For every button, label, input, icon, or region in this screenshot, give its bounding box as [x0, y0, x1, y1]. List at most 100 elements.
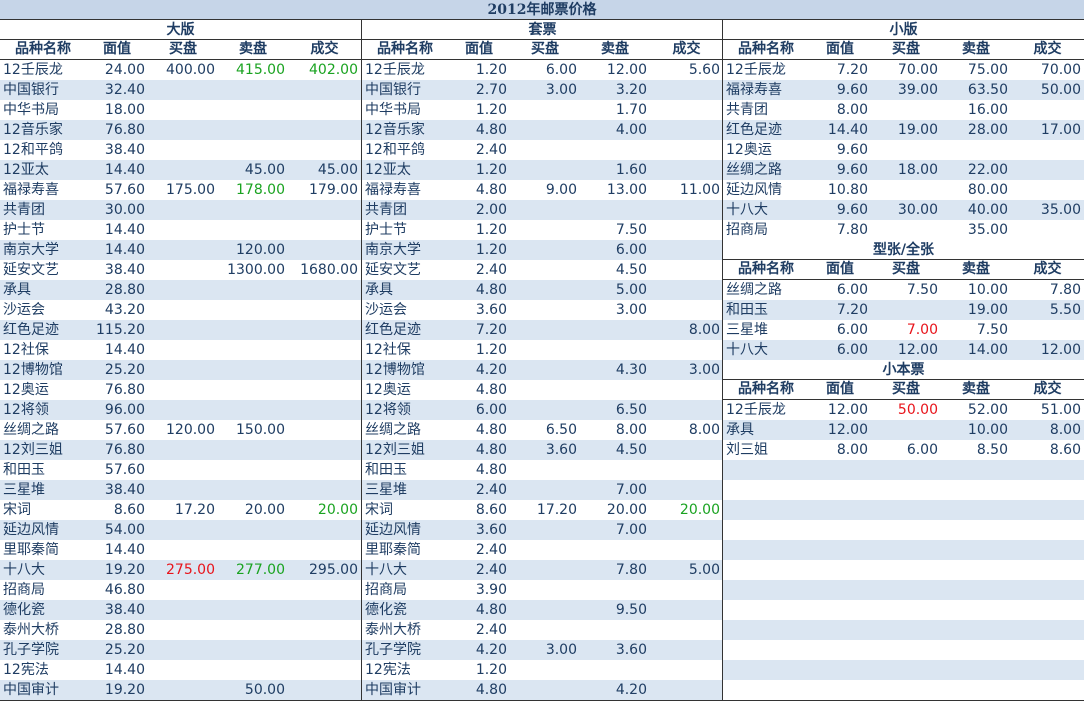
table-cell: 2.00: [475, 202, 507, 218]
table-row: 沙运会 3.60 3.00: [362, 300, 723, 320]
empty-row: [723, 600, 1084, 620]
table-cell: [510, 620, 580, 640]
stamp-name: 招商局: [726, 222, 768, 238]
table-row: 承具 12.00 10.00 8.00: [723, 420, 1084, 440]
stamp-name: 南京大学: [3, 242, 59, 258]
table-cell: [510, 540, 580, 560]
table-row: 护士节 14.40: [0, 220, 361, 240]
table-cell: [288, 640, 361, 660]
column-header: 买盘: [892, 261, 920, 277]
table-row: 12和平鸽 2.40: [362, 140, 723, 160]
table-cell: [1011, 220, 1084, 240]
table-cell: 2.40: [475, 142, 507, 158]
stamp-name: 护士节: [3, 222, 45, 238]
table-cell: 3.00: [545, 82, 577, 98]
table-cell: 35.00: [967, 222, 1008, 238]
table-row: 十八大 19.20 275.00 277.00 295.00: [0, 560, 361, 580]
table-cell: 19.00: [967, 302, 1008, 318]
table-cell: 96.00: [104, 402, 145, 418]
table-cell: [510, 260, 580, 280]
table-cell: [510, 660, 580, 680]
table-cell: 50.00: [897, 402, 938, 418]
table-cell: 120.00: [166, 422, 215, 438]
table-cell: 8.00: [836, 102, 868, 118]
table-cell: 4.80: [475, 462, 507, 478]
table-cell: 3.90: [475, 582, 507, 598]
section-title: 套票: [362, 20, 723, 40]
table-cell: 20.00: [606, 502, 647, 518]
table-cell: [650, 580, 723, 600]
table-cell: 19.20: [104, 562, 145, 578]
table-row: 12亚太 14.40 45.00 45.00: [0, 160, 361, 180]
table-row: 12壬辰龙 24.00 400.00 415.00 402.00: [0, 60, 361, 80]
table-row: 12音乐家 76.80: [0, 120, 361, 140]
table-cell: 402.00: [309, 62, 358, 78]
stamp-name: 十八大: [726, 342, 768, 358]
table-row: 泰州大桥 28.80: [0, 620, 361, 640]
table-cell: [650, 660, 723, 680]
table-row: 12将领 96.00: [0, 400, 361, 420]
stamp-name: 12音乐家: [365, 122, 425, 138]
stamp-name: 招商局: [3, 582, 45, 598]
table-cell: 14.00: [967, 342, 1008, 358]
stamp-name: 12博物馆: [365, 362, 425, 378]
table-row: 延边风情 10.80 80.00: [723, 180, 1084, 200]
table-cell: 7.20: [836, 62, 868, 78]
table-cell: 4.20: [475, 642, 507, 658]
table-cell: 2.40: [475, 542, 507, 558]
table-cell: 10.00: [967, 422, 1008, 438]
stamp-name: 12壬辰龙: [726, 62, 786, 78]
table-cell: 38.40: [104, 482, 145, 498]
table-cell: [218, 140, 288, 160]
table-cell: [650, 380, 723, 400]
empty-row: [723, 680, 1084, 700]
table-cell: 6.00: [836, 322, 868, 338]
table-cell: 7.50: [976, 322, 1008, 338]
table-cell: 150.00: [236, 422, 285, 438]
table-cell: [148, 200, 218, 220]
table-cell: 70.00: [897, 62, 938, 78]
table-row: 中华书局 18.00: [0, 100, 361, 120]
stamp-name: 12和平鸽: [365, 142, 425, 158]
column-header: 面值: [826, 381, 854, 397]
table-row: 延边风情 3.60 7.00: [362, 520, 723, 540]
column-header: 面值: [826, 41, 854, 57]
table-cell: 7.00: [906, 322, 938, 338]
table-cell: 12.00: [606, 62, 647, 78]
table-cell: 30.00: [104, 202, 145, 218]
table-cell: 1.20: [475, 342, 507, 358]
table-row: 中国银行 2.70 3.00 3.20: [362, 80, 723, 100]
table-cell: [510, 480, 580, 500]
table-cell: [871, 220, 941, 240]
table-row: 泰州大桥 2.40: [362, 620, 723, 640]
table-cell: [510, 400, 580, 420]
table-row: 12社保 14.40: [0, 340, 361, 360]
table-cell: 4.30: [615, 362, 647, 378]
column-divider: [361, 20, 362, 701]
table-cell: 20.00: [317, 502, 358, 518]
table-cell: 24.00: [104, 62, 145, 78]
table-cell: 6.00: [836, 342, 868, 358]
table-cell: 75.00: [967, 62, 1008, 78]
panel-daban: 大版 品种名称 面值 买盘 卖盘 成交 12壬辰龙 24.00 400.00 415.00 402.…: [0, 20, 361, 700]
table-cell: [218, 440, 288, 460]
table-cell: [650, 600, 723, 620]
stamp-name: 12亚太: [3, 162, 49, 178]
table-cell: [148, 640, 218, 660]
table-cell: 70.00: [1040, 62, 1081, 78]
stamp-name: 中华书局: [3, 102, 59, 118]
table-cell: 5.00: [688, 562, 720, 578]
table-cell: [510, 460, 580, 480]
table-row: 十八大 2.40 7.80 5.00: [362, 560, 723, 580]
table-row: 宋词 8.60 17.20 20.00 20.00: [362, 500, 723, 520]
table-cell: 35.00: [1040, 202, 1081, 218]
table-row: 红色足迹 7.20 8.00: [362, 320, 723, 340]
empty-row: [723, 460, 1084, 480]
table-cell: [148, 100, 218, 120]
table-cell: 7.50: [906, 282, 938, 298]
table-cell: 17.20: [174, 502, 215, 518]
table-cell: 14.40: [104, 222, 145, 238]
table-cell: 3.00: [688, 362, 720, 378]
table-cell: 415.00: [236, 62, 285, 78]
stamp-name: 沙运会: [3, 302, 45, 318]
